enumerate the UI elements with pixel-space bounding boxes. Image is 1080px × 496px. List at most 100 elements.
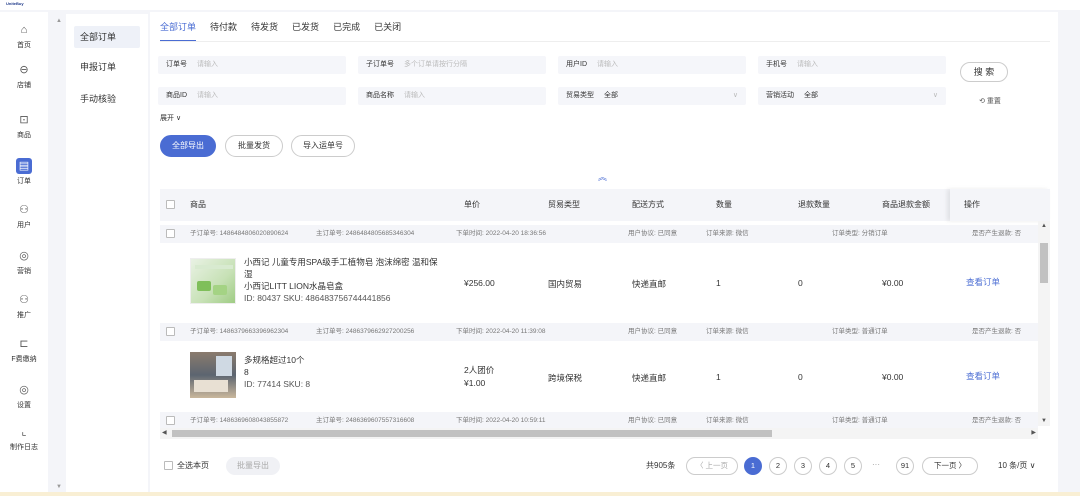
page-last[interactable]: 91 <box>896 457 914 475</box>
settings-icon: ◎ <box>19 384 29 396</box>
nav-home[interactable]: ⌂ 首页 <box>0 22 48 60</box>
row-checkbox <box>166 327 175 336</box>
product-ids: ID: 80437 SKU: 486483756744441856 <box>244 293 391 303</box>
table-header: 商品 单价 贸易类型 配送方式 数量 退款数量 商品退款金额 操作 <box>160 189 1050 221</box>
chevron-down-icon: ∨ <box>932 92 938 99</box>
nav-settings[interactable]: ◎ 设置 <box>0 382 48 420</box>
batch-ship-button[interactable]: 批量发货 <box>225 135 283 157</box>
product-ids: ID: 77414 SKU: 8 <box>244 379 311 389</box>
col-refund-amt: 商品退款金额 <box>882 200 930 209</box>
price-label: 2人团价 <box>464 365 495 375</box>
product-name[interactable]: 小西记 儿童专用SPA级手工植物皂 泡沫绵密 温和保湿 <box>244 256 444 280</box>
trade-type-select[interactable]: 贸易类型 全部 ∨ <box>558 87 746 105</box>
scroll-thumb[interactable] <box>172 430 772 437</box>
home-icon: ⌂ <box>20 24 28 36</box>
nav-store[interactable]: ⊖ 店铺 <box>0 62 48 100</box>
log-icon: ⌞ <box>21 426 27 438</box>
tab-pending-pay[interactable]: 待付款 <box>210 20 237 42</box>
col-qty: 数量 <box>716 200 732 209</box>
view-order-link[interactable]: 查看订单 <box>966 370 1000 382</box>
table-horizontal-scrollbar[interactable]: ◀ ▶ <box>160 428 1038 439</box>
page-5[interactable]: 5 <box>844 457 862 475</box>
tab-closed[interactable]: 已关闭 <box>374 20 401 42</box>
view-order-link[interactable]: 查看订单 <box>966 276 1000 288</box>
scroll-thumb[interactable] <box>1040 243 1048 283</box>
scroll-down-icon[interactable]: ▼ <box>56 484 62 490</box>
tab-shipped[interactable]: 已发货 <box>292 20 319 42</box>
fee-icon: ⊏ <box>19 338 29 350</box>
reset-button[interactable]: ⟲ 重置 <box>970 96 1010 108</box>
product-spec: 小西记LITT LION水晶皂盒 <box>244 281 344 291</box>
row-checkbox <box>166 416 175 425</box>
ship-cell: 快递直邮 <box>632 279 667 289</box>
scroll-left-icon[interactable]: ◀ <box>162 428 167 439</box>
product-image[interactable] <box>190 258 236 304</box>
page-4[interactable]: 4 <box>819 457 837 475</box>
nav-log[interactable]: ⌞ 制作日志 <box>0 424 48 462</box>
goods-id-field[interactable]: 商品ID 请输入 <box>158 87 346 105</box>
sub-order-no-field[interactable]: 子订单号 多个订单请按行分隔 <box>358 56 546 74</box>
collapse-up-icon[interactable]: ︽ <box>598 170 607 183</box>
subnav-declared-orders[interactable]: 申报订单 <box>74 56 140 78</box>
left-nav: ⌂ 首页 ⊖ 店铺 ⊡ 商品 ▤ 订单 ⚇ 用户 ◎ 营销 ⚇ 推广 ⊏ F费缴纳 ◎ 设置 ⌞ 制… <box>0 12 48 496</box>
expand-toggle[interactable]: 展开 ∨ <box>160 113 181 123</box>
marketing-icon: ◎ <box>19 250 29 262</box>
product-name[interactable]: 多规格超过10个 <box>244 354 444 366</box>
nav-user[interactable]: ⚇ 用户 <box>0 202 48 240</box>
select-page-checkbox[interactable]: 全选本页 <box>164 460 209 471</box>
order-row: 小西记 儿童专用SPA级手工植物皂 泡沫绵密 温和保湿 小西记LITT LION… <box>160 246 1038 322</box>
batch-export-button[interactable]: 批量导出 <box>226 457 280 475</box>
page-3[interactable]: 3 <box>794 457 812 475</box>
subnav-manual-verify[interactable]: 手动核验 <box>74 88 140 110</box>
total-count: 共905条 <box>646 461 676 470</box>
order-tabs: 全部订单 待付款 待发货 已发货 已完成 已关闭 <box>160 20 415 42</box>
phone-field[interactable]: 手机号 请输入 <box>758 56 946 74</box>
page-1[interactable]: 1 <box>744 457 762 475</box>
tab-completed[interactable]: 已完成 <box>333 20 360 42</box>
col-refund-qty: 退款数量 <box>798 200 830 209</box>
marketing-select[interactable]: 营销活动 全部 ∨ <box>758 87 946 105</box>
main-panel: 全部订单 待付款 待发货 已发货 已完成 已关闭 订单号 请输入 子订单号 多个订单… <box>150 12 1058 496</box>
nav-marketing[interactable]: ◎ 营销 <box>0 248 48 286</box>
page-size-select[interactable]: 10 条/页 ∨ <box>998 460 1035 471</box>
col-goods: 商品 <box>190 200 206 209</box>
scroll-right-icon[interactable]: ▶ <box>1031 428 1036 439</box>
col-op: 操作 <box>950 189 1050 221</box>
nav-order[interactable]: ▤ 订单 <box>0 158 48 196</box>
scroll-down-icon[interactable]: ▼ <box>1041 418 1047 424</box>
import-waybill-button[interactable]: 导入运单号 <box>291 135 355 157</box>
page-ellipsis: ··· <box>872 460 880 469</box>
store-icon: ⊖ <box>19 64 29 76</box>
nav-goods[interactable]: ⊡ 商品 <box>0 112 48 150</box>
nav-promote[interactable]: ⚇ 推广 <box>0 292 48 330</box>
prev-page-button[interactable]: 〈 上一页 <box>686 457 738 475</box>
nav-scrollbar[interactable]: ▲ ▼ <box>52 12 66 496</box>
scroll-up-icon[interactable]: ▲ <box>56 18 62 24</box>
goods-icon: ⊡ <box>19 114 29 126</box>
order-no-field[interactable]: 订单号 请输入 <box>158 56 346 74</box>
tab-all[interactable]: 全部订单 <box>160 20 197 42</box>
next-page-button[interactable]: 下一页 〉 <box>922 457 978 475</box>
logo: UniteBuy <box>6 1 24 6</box>
refund-qty-cell: 0 <box>798 278 803 288</box>
ship-cell: 快递直邮 <box>632 373 667 383</box>
search-button[interactable]: 搜 索 <box>960 62 1008 82</box>
sub-nav: 全部订单 申报订单 手动核验 <box>66 14 148 496</box>
col-ship: 配送方式 <box>632 200 664 209</box>
user-icon: ⚇ <box>19 204 29 216</box>
product-image[interactable] <box>190 352 236 398</box>
order-icon: ▤ <box>16 158 32 174</box>
export-all-button[interactable]: 全部导出 <box>160 135 216 157</box>
subnav-all-orders[interactable]: 全部订单 <box>74 26 140 48</box>
top-bar: UniteBuy <box>0 0 1080 10</box>
tab-pending-ship[interactable]: 待发货 <box>251 20 278 42</box>
refund-amt-cell: ¥0.00 <box>882 278 904 288</box>
goods-name-field[interactable]: 商品名称 请输入 <box>358 87 546 105</box>
scroll-up-icon[interactable]: ▲ <box>1041 223 1047 229</box>
user-id-field[interactable]: 用户ID 请输入 <box>558 56 746 74</box>
select-all-checkbox <box>166 200 175 209</box>
page-2[interactable]: 2 <box>769 457 787 475</box>
price-cell: ¥256.00 <box>464 278 495 288</box>
nav-fee[interactable]: ⊏ F费缴纳 <box>0 336 48 374</box>
table-vertical-scrollbar[interactable]: ▲ ▼ <box>1038 221 1050 426</box>
